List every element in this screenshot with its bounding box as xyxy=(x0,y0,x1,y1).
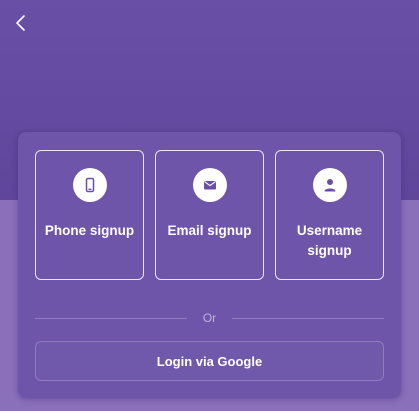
user-icon-circle xyxy=(312,168,347,202)
envelope-icon-circle xyxy=(192,168,227,202)
phone-signup-label: Phone signup xyxy=(44,223,135,238)
back-button[interactable] xyxy=(10,12,32,34)
phone-icon-circle xyxy=(72,168,107,202)
email-signup-label: Email signup xyxy=(167,223,252,238)
user-icon xyxy=(324,179,335,192)
login-google-button[interactable]: Login via Google xyxy=(35,341,384,381)
phone-icon xyxy=(85,177,94,193)
signup-card: Phone signup Email signup Username signu… xyxy=(18,132,401,398)
email-signup-button[interactable]: Email signup xyxy=(155,150,264,280)
or-divider: Or xyxy=(35,310,384,326)
phone-signup-button[interactable]: Phone signup xyxy=(35,150,144,280)
chevron-left-icon xyxy=(16,15,25,31)
username-signup-button[interactable]: Username signup xyxy=(275,150,384,280)
username-signup-label: Username signup xyxy=(296,223,363,258)
envelope-icon xyxy=(203,181,216,190)
divider-line-right xyxy=(232,318,384,319)
